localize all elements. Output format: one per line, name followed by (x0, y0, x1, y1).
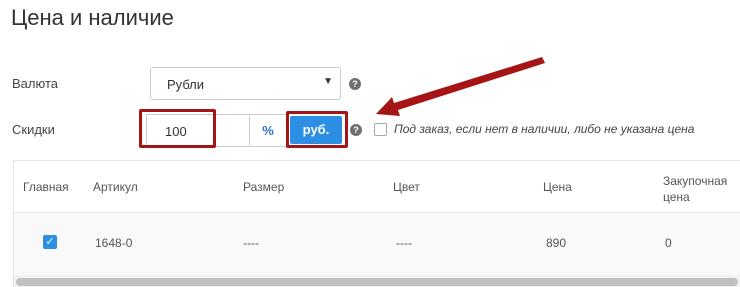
main-checkbox-checked-icon[interactable]: ✓ (43, 235, 57, 249)
currency-label: Валюта (12, 76, 58, 91)
currency-select[interactable]: Рубли ▼ (150, 67, 341, 100)
cell-color: ---- (396, 236, 412, 250)
scrollbar-thumb[interactable] (16, 278, 738, 286)
th-sku: Артикул (93, 180, 138, 194)
discount-value: 100 (165, 124, 187, 139)
th-main: Главная (23, 180, 69, 194)
th-price: Цена (543, 180, 572, 194)
table-header: Главная Артикул Размер Цвет Цена Закупоч… (14, 161, 740, 213)
discount-percent-button[interactable]: % (249, 114, 287, 147)
on-order-checkbox[interactable] (374, 123, 387, 136)
cell-price: 890 (546, 236, 567, 250)
dropdown-arrow-icon: ▼ (323, 76, 333, 87)
th-color: Цвет (393, 180, 420, 194)
cell-purchase-price: 0 (665, 236, 672, 250)
currency-selected-value: Рубли (167, 77, 205, 92)
discount-input[interactable]: 100 (146, 114, 250, 147)
cell-size: ---- (243, 236, 259, 250)
section-title: Цена и наличие (11, 5, 174, 30)
discount-rub-button[interactable]: руб. (290, 116, 342, 144)
table-row: ✓ 1648-0 ---- ---- 890 0 (14, 213, 740, 275)
help-icon[interactable]: ? (350, 124, 362, 136)
th-size: Размер (243, 180, 285, 194)
on-order-label: Под заказ, если нет в наличии, либо не у… (394, 122, 695, 136)
th-purchase-price: Закупочная цена (663, 174, 728, 204)
cell-sku: 1648-0 (95, 236, 133, 250)
horizontal-scrollbar[interactable] (14, 275, 740, 287)
help-icon[interactable]: ? (349, 78, 361, 90)
discount-label: Скидки (12, 122, 55, 137)
variants-table: Главная Артикул Размер Цвет Цена Закупоч… (13, 160, 740, 287)
